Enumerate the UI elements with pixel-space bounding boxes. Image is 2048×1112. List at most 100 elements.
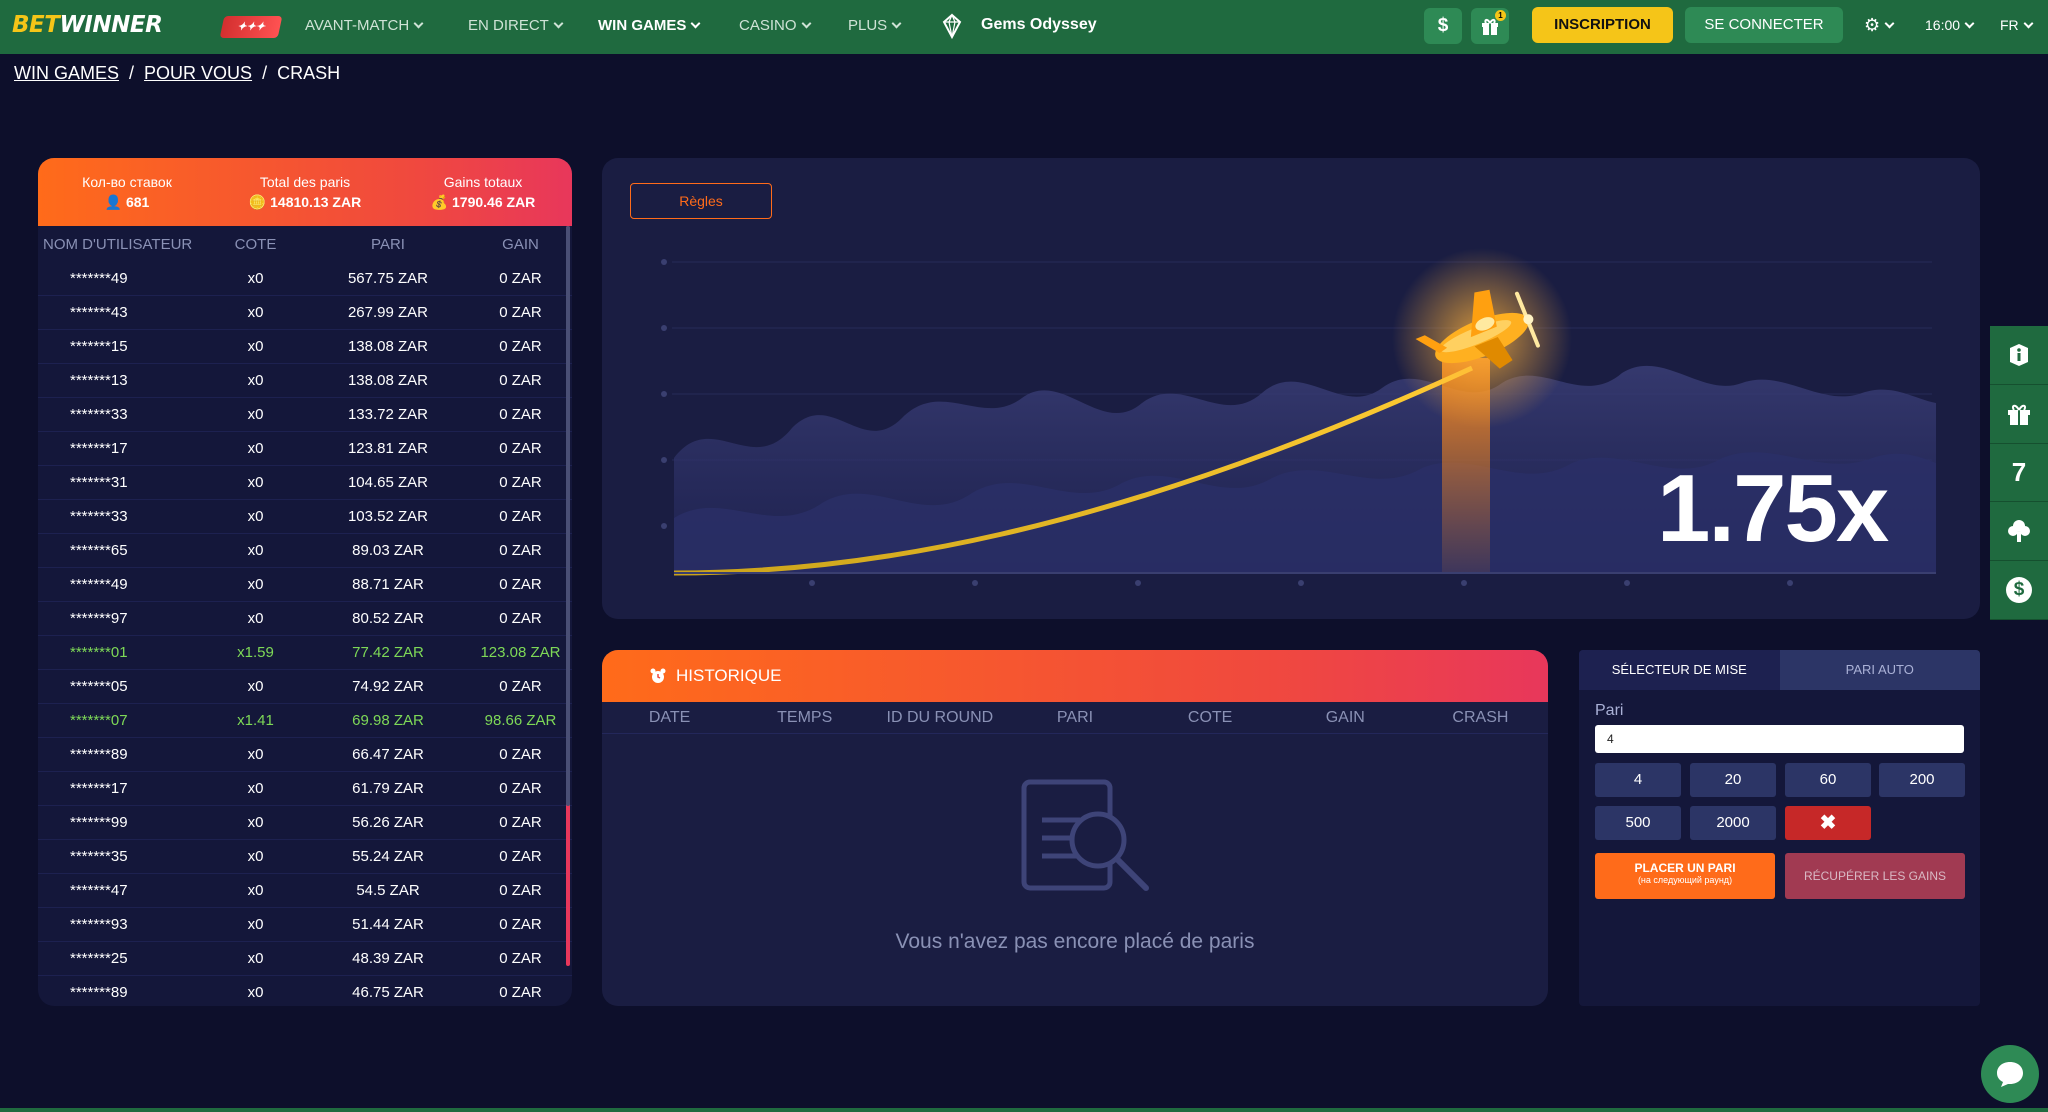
table-row: *******65 x0 89.03 ZAR 0 ZAR [38, 534, 572, 568]
promo-badge-icon[interactable]: ✦✦✦ [219, 16, 283, 38]
bet-user-cell: *******89 [70, 746, 128, 763]
place-bet-button[interactable]: PLACER UN PARI (на следующий раунд) [1595, 853, 1775, 899]
dollar-sidebar-button[interactable]: $ [1990, 561, 2048, 620]
history-table-header: DATE TEMPS ID DU ROUND PARI COTE GAIN CR… [602, 702, 1548, 734]
betwinner-logo[interactable]: BETWINNER [12, 12, 163, 38]
bet-gain-cell: 0 ZAR [499, 440, 542, 457]
chip-500[interactable]: 500 [1595, 806, 1681, 840]
tab-bet-selector[interactable]: SÉLECTEUR DE MISE [1579, 650, 1780, 690]
user-icon: 👤 [104, 194, 126, 210]
table-row: *******15 x0 138.08 ZAR 0 ZAR [38, 330, 572, 364]
bet-pari-cell: 55.24 ZAR [352, 848, 424, 865]
bet-amount-input[interactable] [1595, 725, 1964, 753]
breadcrumb-win-games[interactable]: WIN GAMES [14, 63, 119, 84]
bet-gain-cell: 0 ZAR [499, 950, 542, 967]
table-row: *******17 x0 61.79 ZAR 0 ZAR [38, 772, 572, 806]
chip-60[interactable]: 60 [1785, 763, 1871, 797]
gift-icon [2008, 404, 2030, 425]
table-row: *******97 x0 80.52 ZAR 0 ZAR [38, 602, 572, 636]
bet-user-cell: *******97 [70, 610, 128, 627]
bet-user-cell: *******99 [70, 814, 128, 831]
dollar-icon[interactable]: $ [1424, 8, 1462, 44]
current-game-title[interactable]: Gems Odyssey [981, 16, 1097, 34]
time-dropdown[interactable]: 16:00 [1925, 17, 1975, 33]
bet-user-cell: *******05 [70, 678, 128, 695]
collect-winnings-button[interactable]: RÉCUPÉRER LES GAINS [1785, 853, 1965, 899]
bet-user-cell: *******07 [70, 712, 128, 729]
bet-gain-cell: 0 ZAR [499, 610, 542, 627]
table-row: *******43 x0 267.99 ZAR 0 ZAR [38, 296, 572, 330]
bet-user-cell: *******65 [70, 542, 128, 559]
tab-auto-bet[interactable]: PARI AUTO [1779, 650, 1980, 690]
chat-button[interactable] [1981, 1045, 2039, 1103]
chip-4[interactable]: 4 [1595, 763, 1681, 797]
bet-user-cell: *******93 [70, 916, 128, 933]
bet-gain-cell: 0 ZAR [499, 882, 542, 899]
info-button[interactable] [1990, 326, 2048, 385]
bet-gain-cell: 123.08 ZAR [480, 644, 561, 661]
coins-icon: 🪙 [248, 194, 271, 210]
bet-pari-cell: 104.65 ZAR [347, 474, 429, 491]
info-icon [2010, 343, 2028, 366]
bet-cote-cell: x0 [247, 984, 264, 1001]
nav-avant-match[interactable]: AVANT-MATCH [305, 17, 424, 34]
seven-icon[interactable]: 7 [1990, 444, 2048, 503]
nav-casino[interactable]: CASINO [739, 17, 811, 34]
total-bets-stat: Total des paris 🪙 14810.13 ZAR [248, 174, 362, 210]
total-gains-stat: Gains totaux 💰 1790.46 ZAR [430, 174, 536, 210]
game-button[interactable] [1990, 502, 2048, 562]
table-row: *******49 x0 567.75 ZAR 0 ZAR [38, 262, 572, 296]
chip-20[interactable]: 20 [1690, 763, 1776, 797]
chevron-down-icon [1964, 18, 1975, 28]
nav-plus[interactable]: PLUS [848, 17, 902, 34]
chevron-down-icon [413, 18, 424, 29]
bet-pari-cell: 66.47 ZAR [352, 746, 424, 763]
scrollbar-thumb[interactable] [566, 226, 570, 806]
bet-user-cell: *******33 [70, 406, 128, 423]
bets-stats-header: Кол-во ставок 👤 681 Total des paris 🪙 14… [38, 158, 572, 226]
chevron-down-icon [891, 18, 902, 29]
bet-gain-cell: 98.66 ZAR [484, 712, 557, 729]
bet-gain-cell: 0 ZAR [499, 576, 542, 593]
current-multiplier: 1.75x [1657, 455, 1889, 562]
bet-selector-panel: SÉLECTEUR DE MISE PARI AUTO Pari 4 20 60… [1579, 650, 1980, 1006]
nav-win-games[interactable]: WIN GAMES [598, 17, 701, 34]
bets-panel: Кол-во ставок 👤 681 Total des paris 🪙 14… [38, 158, 572, 1006]
bet-pari-cell: 133.72 ZAR [347, 406, 429, 423]
language-dropdown[interactable]: FR [2000, 17, 2034, 33]
clear-bet-button[interactable]: ✖ [1785, 806, 1871, 840]
bet-tabs: SÉLECTEUR DE MISE PARI AUTO [1579, 650, 1980, 690]
chip-2000[interactable]: 2000 [1690, 806, 1776, 840]
bet-cote-cell: x0 [247, 780, 264, 797]
table-row: *******93 x0 51.44 ZAR 0 ZAR [38, 908, 572, 942]
bet-cote-cell: x0 [247, 950, 264, 967]
bet-cote-cell: x0 [247, 406, 264, 423]
bet-gain-cell: 0 ZAR [499, 474, 542, 491]
bet-pari-cell: 46.75 ZAR [352, 984, 424, 1001]
breadcrumb-pour-vous[interactable]: POUR VOUS [144, 63, 252, 84]
bet-pari-cell: 267.99 ZAR [347, 304, 429, 321]
gift-button[interactable]: 1 [1471, 8, 1509, 44]
bet-cote-cell: x0 [247, 372, 264, 389]
dollar-icon: $ [2006, 577, 2032, 604]
settings-dropdown[interactable]: ⚙ [1864, 15, 1895, 36]
document-search-icon [1021, 779, 1149, 891]
bets-table-header: NOM D'UTILISATEUR COTE PARI GAIN [43, 235, 539, 253]
bet-gain-cell: 0 ZAR [499, 678, 542, 695]
chevron-down-icon [1884, 18, 1895, 29]
chevron-down-icon [2023, 18, 2034, 28]
login-button[interactable]: SE CONNECTER [1685, 7, 1843, 43]
inscription-button[interactable]: INSCRIPTION [1532, 7, 1673, 43]
chip-200[interactable]: 200 [1879, 763, 1965, 797]
table-row: *******25 x0 48.39 ZAR 0 ZAR [38, 942, 572, 976]
bets-table-body: *******49 x0 567.75 ZAR 0 ZAR *******43 x0 267… [38, 262, 572, 1006]
bet-cote-cell: x0 [247, 338, 264, 355]
notification-badge: 1 [1495, 10, 1506, 21]
nav-en-direct[interactable]: EN DIRECT [468, 17, 564, 34]
history-empty-message: Vous n'avez pas encore placé de paris [895, 930, 1255, 953]
bet-count-stat: Кол-во ставок 👤 681 [82, 174, 172, 210]
bet-pari-cell: 74.92 ZAR [352, 678, 424, 695]
gift-sidebar-button[interactable] [1990, 385, 2048, 444]
gear-icon: ⚙ [1864, 15, 1881, 35]
bet-gain-cell: 0 ZAR [499, 848, 542, 865]
